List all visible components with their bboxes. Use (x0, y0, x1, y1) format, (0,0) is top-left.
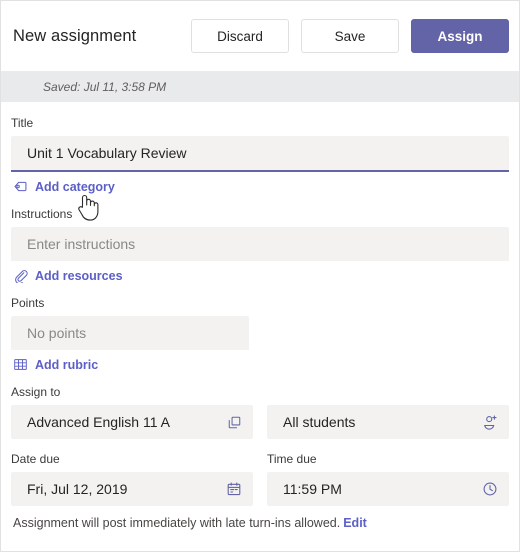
time-due-input[interactable]: 11:59 PM (267, 472, 509, 506)
points-placeholder: No points (27, 325, 87, 341)
assign-class-col: Advanced English 11 A (11, 405, 253, 439)
date-due-label: Date due (11, 452, 60, 466)
add-resources-label: Add resources (35, 268, 123, 283)
tag-icon (13, 179, 28, 194)
assign-class-value: Advanced English 11 A (27, 414, 170, 430)
post-settings-note: Assignment will post immediately with la… (13, 515, 509, 531)
assign-to-row: Advanced English 11 A All students (11, 405, 509, 439)
saved-status-bar: Saved: Jul 11, 3:58 PM (1, 72, 519, 102)
add-category-link[interactable]: Add category (13, 179, 115, 194)
assign-to-label: Assign to (11, 385, 61, 399)
assign-to-section: Assign to Advanced English 11 A All stud… (11, 385, 509, 439)
date-due-value: Fri, Jul 12, 2019 (27, 481, 128, 497)
duplicate-icon[interactable] (227, 415, 242, 430)
add-rubric-link[interactable]: Add rubric (13, 357, 98, 372)
due-section: Date due Fri, Jul 12, 2019 Time due 11:5… (11, 452, 509, 531)
points-section: Points No points Add rubric (11, 296, 509, 372)
instructions-input[interactable]: Enter instructions (11, 227, 509, 261)
instructions-section: Instructions Enter instructions Add reso… (11, 207, 509, 283)
time-due-label: Time due (267, 452, 317, 466)
assign-button[interactable]: Assign (411, 19, 509, 53)
edit-post-settings-link[interactable]: Edit (343, 516, 367, 530)
instructions-placeholder: Enter instructions (27, 236, 136, 252)
clock-icon[interactable] (482, 481, 498, 497)
instructions-label: Instructions (11, 207, 73, 221)
calendar-icon[interactable] (226, 481, 242, 497)
title-input[interactable]: Unit 1 Vocabulary Review (11, 136, 509, 172)
header-actions: Discard Save Assign (191, 19, 509, 53)
date-due-col: Date due Fri, Jul 12, 2019 (11, 452, 253, 506)
paperclip-icon (13, 268, 28, 283)
assign-students-col: All students (267, 405, 509, 439)
dialog-header: New assignment Discard Save Assign (1, 1, 519, 72)
title-section: Title Unit 1 Vocabulary Review Add categ… (11, 116, 509, 194)
add-person-icon[interactable] (482, 414, 498, 430)
date-due-input[interactable]: Fri, Jul 12, 2019 (11, 472, 253, 506)
assign-class-select[interactable]: Advanced English 11 A (11, 405, 253, 439)
add-category-label: Add category (35, 179, 115, 194)
discard-button[interactable]: Discard (191, 19, 289, 53)
new-assignment-dialog: New assignment Discard Save Assign Saved… (0, 0, 520, 552)
add-rubric-label: Add rubric (35, 357, 99, 372)
post-settings-text: Assignment will post immediately with la… (13, 516, 341, 530)
grid-icon (13, 357, 28, 372)
assignment-form: Title Unit 1 Vocabulary Review Add categ… (1, 102, 519, 531)
add-resources-link[interactable]: Add resources (13, 268, 123, 283)
points-label: Points (11, 296, 45, 310)
due-row: Date due Fri, Jul 12, 2019 Time due 11:5… (11, 452, 509, 506)
points-input[interactable]: No points (11, 316, 249, 350)
save-button[interactable]: Save (301, 19, 399, 53)
assign-students-select[interactable]: All students (267, 405, 509, 439)
saved-timestamp: Saved: Jul 11, 3:58 PM (43, 80, 167, 94)
time-due-value: 11:59 PM (283, 481, 342, 497)
title-label: Title (11, 116, 34, 130)
page-title: New assignment (13, 26, 137, 45)
assign-students-value: All students (283, 414, 356, 430)
time-due-col: Time due 11:59 PM (267, 452, 509, 506)
title-input-value: Unit 1 Vocabulary Review (27, 145, 187, 161)
